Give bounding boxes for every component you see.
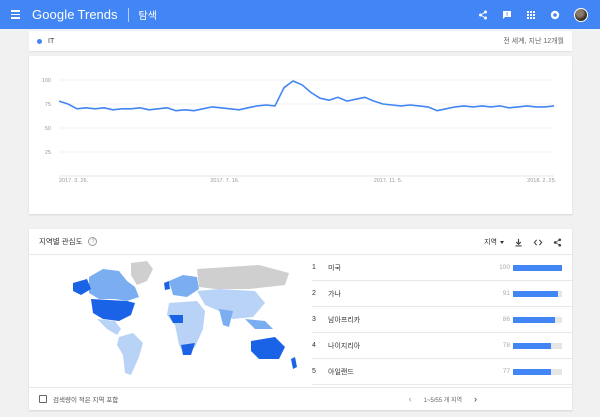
section-title: 탐색 [138,11,157,22]
map-region-new-zealand [291,357,297,369]
map-region-australia [251,337,285,359]
world-interest-map[interactable] [69,259,299,379]
google-trends-logo[interactable]: Google Trends [32,7,118,22]
notifications-icon[interactable] [550,10,560,20]
region-rank-row[interactable]: 4 나이지리아 78 [312,333,572,359]
region-value: 91 [502,290,510,297]
map-region-europe [169,275,199,297]
y-tick-label: 100 [42,78,51,84]
region-rank-row[interactable]: 1 미국 100 [312,255,572,281]
region-value-bar-track [513,264,562,271]
y-tick-label: 50 [45,126,51,132]
region-value: 78 [502,342,510,349]
brand-google: Google [32,7,75,22]
help-icon[interactable]: ? [88,237,98,246]
region-rank-row[interactable]: 2 가나 91 [312,281,572,307]
region-value-bar-track [513,316,562,323]
rank-number: 1 [312,264,316,271]
region-value-bar [513,342,552,349]
feedback-icon[interactable] [502,10,512,20]
region-card-footer: 검색량이 적은 지역 포함 ‹ 1~5/55 개 지역 › [29,387,572,410]
x-tick-label: 2017. 7. 16. [210,178,240,184]
rank-number: 2 [312,290,316,297]
region-value-bar [513,264,562,271]
rank-number: 3 [312,316,316,323]
appbar-actions [478,0,588,29]
interest-over-time-chart: 100 75 50 25 2017. 3. 26. 2017. 7. 16. 2017. 1… [42,78,557,184]
search-scope: 전 세계, 지난 12개월 [503,38,564,45]
map-region-west-africa [169,315,183,323]
region-select-label: 지역 [484,239,497,246]
region-rank-row[interactable]: 5 아일랜드 77 [312,359,572,385]
region-value-bar [513,316,556,323]
region-tools: 지역 [484,229,562,255]
term-color-dot [37,38,42,44]
series-line-it[interactable] [58,80,555,112]
hamburger-menu-icon[interactable] [0,0,30,29]
region-value: 86 [502,316,510,323]
map-region-south-america [117,333,143,375]
rank-number: 4 [312,342,316,349]
chevron-left-icon[interactable]: ‹ [409,394,412,404]
rank-number: 5 [312,368,316,375]
region-name: 남아프리카 [328,316,361,324]
pagination: ‹ 1~5/55 개 지역 › [409,394,477,404]
map-region-mexico [97,319,121,335]
y-tick-label: 75 [45,102,51,108]
region-value-bar [513,368,551,375]
region-card-title: 지역별 관심도 [39,237,83,246]
search-term[interactable]: IT [48,38,54,45]
apps-grid-icon[interactable] [526,10,536,20]
map-region-uk-ireland [164,281,170,290]
region-card-header: 지역별 관심도 ? 지역 [29,229,572,255]
y-tick-label: 25 [45,150,51,156]
appbar-divider [127,7,129,22]
region-value-bar [513,290,558,297]
top-app-bar: Google Trends 탐색 [0,0,600,29]
region-name: 미국 [328,264,341,272]
interest-by-region-card: 지역별 관심도 ? 지역 1 미국 100 2 가나 91 3 남아프리카 86… [29,229,572,410]
map-region-southeast-asia [245,319,273,329]
map-region-greenland [131,261,153,285]
region-value-bar-track [513,342,562,349]
region-name: 가나 [328,290,341,298]
region-value-bar-track [513,368,562,375]
map-region-india [219,309,233,327]
download-icon[interactable] [514,238,523,247]
region-rank-row[interactable]: 3 남아프리카 86 [312,307,572,333]
pagination-label: 1~5/55 개 지역 [423,397,462,404]
include-low-volume-label: 검색량이 적은 지역 포함 [53,397,119,404]
region-value: 100 [499,264,510,271]
share-icon[interactable] [553,237,562,247]
map-region-united-states [91,299,135,321]
chevron-right-icon[interactable]: › [474,394,477,404]
region-name: 아일랜드 [328,368,354,376]
x-tick-label: 2017. 11. 5. [374,178,403,184]
region-name: 나이지리아 [328,342,361,350]
share-icon[interactable] [478,10,488,20]
account-avatar[interactable] [574,7,588,22]
map-region-south-africa [181,343,195,355]
embed-code-icon[interactable] [533,238,543,247]
brand-trends: Trends [77,7,118,22]
region-value-bar-track [513,290,562,297]
interest-over-time-card: 100 75 50 25 2017. 3. 26. 2017. 7. 16. 2017. 1… [29,56,572,214]
region-ranking-list: 1 미국 100 2 가나 91 3 남아프리카 86 4 나이지리아 78 5 아일랜드 77 [312,255,572,385]
map-region-russia [197,265,289,289]
search-term-bar: IT 전 세계, 지난 12개월 [29,31,572,51]
include-low-volume-checkbox[interactable] [39,395,47,403]
x-tick-label: 2018. 2. 25. [527,178,557,184]
map-region-alaska [73,279,91,295]
chevron-down-icon [500,240,504,244]
region-resolution-select[interactable]: 지역 [484,237,504,247]
x-tick-label: 2017. 3. 26. [59,178,89,184]
region-value: 77 [502,368,510,375]
